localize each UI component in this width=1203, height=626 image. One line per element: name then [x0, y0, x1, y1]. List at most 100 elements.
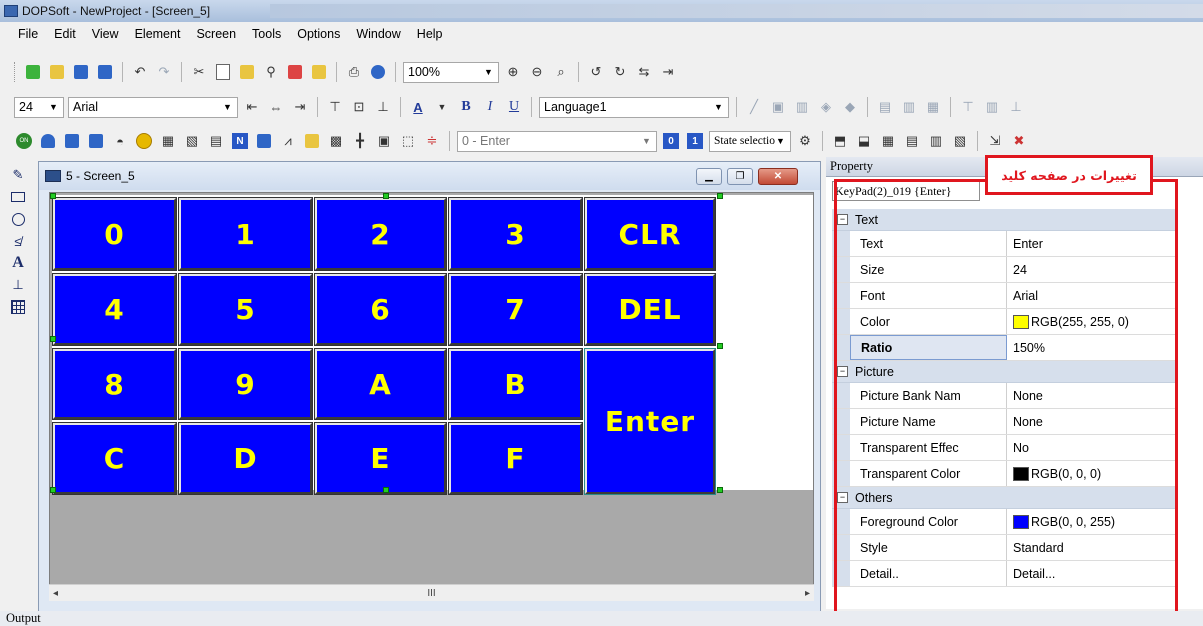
zoom-in-icon[interactable]: ⊕ [503, 62, 523, 82]
rotate-left-icon[interactable]: ↺ [586, 62, 606, 82]
same-width-icon[interactable]: ▥ [899, 97, 919, 117]
scroll-left-icon[interactable]: ◂ [53, 588, 58, 599]
key-7[interactable]: 7 [448, 273, 583, 346]
menu-view[interactable]: View [84, 25, 127, 43]
menu-tools[interactable]: Tools [244, 25, 289, 43]
ungroup-icon[interactable]: ⬓ [854, 131, 874, 151]
selection-handle[interactable] [50, 487, 56, 493]
export-icon[interactable]: ⇲ [985, 131, 1005, 151]
zoom-out-icon[interactable]: ⊖ [527, 62, 547, 82]
group-icon[interactable]: ⬒ [830, 131, 850, 151]
selection-handle[interactable] [717, 343, 723, 349]
text-tool-icon[interactable]: A [10, 254, 26, 272]
send-back-icon[interactable]: ▤ [902, 131, 922, 151]
save-icon[interactable] [71, 62, 91, 82]
minimize-button[interactable]: ▁ [696, 168, 722, 185]
selection-handle[interactable] [717, 487, 723, 493]
italic-button[interactable]: I [480, 97, 500, 117]
state-0-button[interactable]: 0 [661, 131, 681, 151]
distribute-h-icon[interactable]: ▤ [875, 97, 895, 117]
font-size-select[interactable]: 24 ▼ [14, 96, 64, 118]
align-center-icon[interactable]: ◈ [816, 97, 836, 117]
cylinder-element-icon[interactable] [86, 131, 106, 151]
paste-icon[interactable] [237, 62, 257, 82]
n-element-icon[interactable]: N [230, 131, 250, 151]
key-e[interactable]: E [314, 422, 447, 495]
scroll-right-icon[interactable]: ▸ [805, 588, 810, 599]
trend-element-icon[interactable] [254, 131, 274, 151]
menu-file[interactable]: File [4, 25, 46, 43]
delete-icon[interactable]: ✖ [1009, 131, 1029, 151]
menu-element[interactable]: Element [127, 25, 189, 43]
screen-canvas[interactable]: 0 1 2 3 CLR 4 5 6 7 DEL 8 9 A B Enter C D E F [49, 192, 814, 594]
info-icon[interactable] [368, 62, 388, 82]
state-select[interactable]: State selectio ▼ [709, 130, 791, 152]
bring-front-icon[interactable]: ▦ [878, 131, 898, 151]
menu-help[interactable]: Help [409, 25, 451, 43]
key-5[interactable]: 5 [178, 273, 313, 346]
scroll-thumb[interactable]: III [427, 588, 435, 599]
key-clr[interactable]: CLR [584, 197, 716, 271]
valign-bottom-icon[interactable]: ⊥ [373, 97, 393, 117]
bold-button[interactable]: B [456, 97, 476, 117]
zoom-select[interactable]: 100% ▼ [403, 61, 499, 83]
valign-middle-icon[interactable]: ⊡ [349, 97, 369, 117]
language-select[interactable]: Language1 ▼ [539, 96, 729, 118]
valign-top-icon[interactable]: ⊤ [325, 97, 345, 117]
key-enter[interactable]: Enter [584, 348, 716, 495]
middle-icon[interactable]: ▥ [982, 97, 1002, 117]
align-right-icon[interactable]: ◆ [840, 97, 860, 117]
rectangle-element-icon[interactable] [62, 131, 82, 151]
menu-edit[interactable]: Edit [46, 25, 84, 43]
rectangle-tool-icon[interactable] [10, 188, 26, 206]
close-button[interactable]: ✕ [758, 168, 798, 185]
redo-icon[interactable]: ↷ [154, 62, 174, 82]
properties-icon[interactable]: ⚙ [795, 131, 815, 151]
same-height-icon[interactable]: ▦ [923, 97, 943, 117]
run-icon[interactable]: ⇆ [634, 62, 654, 82]
backward-icon[interactable]: ▧ [950, 131, 970, 151]
restore-button[interactable]: ❐ [727, 168, 753, 185]
align-left-text-icon[interactable]: ⇤ [242, 97, 262, 117]
key-3[interactable]: 3 [448, 197, 583, 271]
key-a[interactable]: A [314, 348, 447, 420]
pen-icon[interactable]: ✎ [10, 166, 26, 184]
find-icon[interactable]: ⚲ [261, 62, 281, 82]
selection-handle[interactable] [50, 336, 56, 342]
align-left-icon[interactable]: ▥ [792, 97, 812, 117]
key-2[interactable]: 2 [314, 197, 447, 271]
cut-icon[interactable]: ✂ [189, 62, 209, 82]
key-8[interactable]: 8 [52, 348, 177, 420]
selection-handle[interactable] [383, 193, 389, 199]
lamp-element-icon[interactable] [38, 131, 58, 151]
key-9[interactable]: 9 [178, 348, 313, 420]
table-tool-icon[interactable] [10, 298, 26, 316]
key-b[interactable]: B [448, 348, 583, 420]
address-select[interactable]: 0 - Enter ▼ [457, 130, 657, 152]
zoom-fit-icon[interactable]: ⌕ [551, 62, 571, 82]
copy-icon[interactable] [213, 62, 233, 82]
selection-handle[interactable] [50, 193, 56, 199]
sampling-element-icon[interactable]: ≑ [422, 131, 442, 151]
undo-icon[interactable]: ↶ [130, 62, 150, 82]
underline-button[interactable]: U [504, 97, 524, 117]
indicator-element-icon[interactable] [134, 131, 154, 151]
text-color-icon[interactable]: A [408, 97, 428, 117]
toolbar-grip[interactable] [14, 62, 17, 82]
polyline-tool-icon[interactable]: ≰ [10, 232, 26, 250]
key-del[interactable]: DEL [584, 273, 716, 346]
selection-handle[interactable] [383, 487, 389, 493]
print-icon[interactable]: ⎙ [344, 62, 364, 82]
key-6[interactable]: 6 [314, 273, 447, 346]
bottom-icon[interactable]: ⊥ [1006, 97, 1026, 117]
align-right-text-icon[interactable]: ⇥ [290, 97, 310, 117]
circle-tool-icon[interactable] [10, 210, 26, 228]
font-name-select[interactable]: Arial ▼ [68, 96, 238, 118]
table-element-icon[interactable]: ▣ [374, 131, 394, 151]
chevron-down-icon[interactable]: ▼ [432, 97, 452, 117]
scale-tool-icon[interactable]: ⊥ [10, 276, 26, 294]
message-element-icon[interactable]: ▤ [206, 131, 226, 151]
menu-options[interactable]: Options [289, 25, 348, 43]
numeric-element-icon[interactable]: ▧ [182, 131, 202, 151]
key-1[interactable]: 1 [178, 197, 313, 271]
